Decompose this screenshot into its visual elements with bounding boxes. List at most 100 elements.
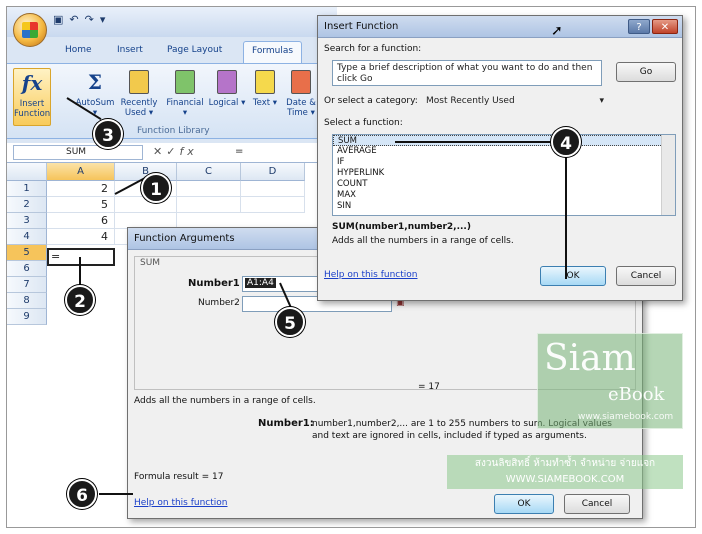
row-header-8[interactable]: 8 — [7, 293, 47, 309]
office-button[interactable] — [13, 13, 47, 47]
siam-ebook-watermark: Siam eBook www.siamebook.com — [537, 333, 683, 429]
function-description: Adds all the numbers in a range of cells… — [134, 396, 316, 406]
logical-book-icon — [214, 68, 240, 96]
callout-2: 2 — [65, 285, 95, 315]
insert-cancel-button[interactable]: Cancel — [616, 266, 676, 286]
args-cancel-button[interactable]: Cancel — [564, 494, 630, 514]
cell-a4[interactable]: 4 — [47, 229, 115, 245]
cell-a1[interactable]: 2 — [47, 181, 115, 197]
function-list[interactable]: SUM AVERAGE IF HYPERLINK COUNT MAX SIN — [332, 134, 676, 216]
function-signature: SUM(number1,number2,...) — [332, 222, 471, 232]
tab-formulas[interactable]: Formulas — [243, 41, 303, 63]
star-book-icon — [126, 68, 152, 96]
tab-insert[interactable]: Insert — [117, 45, 143, 55]
go-button[interactable]: Go — [616, 62, 676, 82]
function-list-item[interactable]: HYPERLINK — [333, 168, 675, 179]
function-list-item[interactable]: COUNT — [333, 179, 675, 190]
customize-qat-icon[interactable]: ▾ — [100, 13, 106, 26]
help-on-function-link-args[interactable]: Help on this function — [134, 498, 228, 508]
select-all-corner[interactable] — [7, 163, 47, 181]
date-time-button[interactable]: Date & Time ▾ — [281, 68, 321, 118]
financial-button[interactable]: Financial ▾ — [165, 68, 205, 118]
fx-small-icon[interactable]: fx — [179, 145, 197, 158]
name-box[interactable]: SUM — [13, 145, 143, 160]
formula-bar-icons: ✕✓fx — [153, 145, 198, 158]
cell-d2[interactable] — [241, 197, 305, 213]
chevron-down-icon: ▾ — [599, 96, 604, 106]
recently-used-button[interactable]: Recently Used ▾ — [119, 68, 159, 118]
number2-label: Number2 — [198, 298, 240, 308]
function-summary: Adds all the numbers in a range of cells… — [332, 236, 514, 246]
function-list-item[interactable]: AVERAGE — [333, 146, 675, 157]
financial-book-icon — [172, 68, 198, 96]
callout-5: 5 — [275, 307, 305, 337]
watermark-siam: Siam — [544, 338, 636, 379]
callout-4: 4 — [551, 127, 581, 157]
mouse-cursor-icon: ➚ — [551, 23, 563, 39]
callout-6-line — [99, 493, 133, 495]
financial-label: Financial ▾ — [166, 98, 204, 118]
office-logo-icon — [22, 22, 38, 38]
function-list-item[interactable]: SIN — [333, 201, 675, 212]
help-on-function-link[interactable]: Help on this function — [324, 270, 418, 280]
function-list-scrollbar[interactable] — [661, 135, 675, 215]
column-header-c[interactable]: C — [177, 163, 241, 181]
cell-c1[interactable] — [177, 181, 241, 197]
cell-a2[interactable]: 5 — [47, 197, 115, 213]
enter-formula-icon[interactable]: ✓ — [166, 145, 179, 158]
watermark-url: www.siamebook.com — [578, 412, 674, 422]
cancel-formula-icon[interactable]: ✕ — [153, 145, 166, 158]
formula-bar: SUM ✕✓fx = — [7, 143, 337, 163]
ribbon-tabs: Home Insert Page Layout Formulas D — [7, 41, 337, 63]
row-header-2[interactable]: 2 — [7, 197, 47, 213]
callout-3: 3 — [93, 119, 123, 149]
function-list-item[interactable]: IF — [333, 157, 675, 168]
column-header-a[interactable]: A — [47, 163, 115, 181]
insert-function-button[interactable]: fx Insert Function — [13, 68, 51, 126]
search-input[interactable]: Type a brief description of what you wan… — [332, 60, 602, 86]
insert-function-label: Insert Function — [14, 99, 51, 119]
logical-button[interactable]: Logical ▾ — [207, 68, 247, 108]
cell-c2[interactable] — [177, 197, 241, 213]
search-label: Search for a function: — [324, 44, 422, 54]
callout-4-line-v — [565, 153, 567, 279]
help-icon[interactable]: ? — [628, 19, 650, 34]
text-button[interactable]: Text ▾ — [245, 68, 285, 108]
row-header-7[interactable]: 7 — [7, 277, 47, 293]
cell-d1[interactable] — [241, 181, 305, 197]
save-icon[interactable]: ▣ — [53, 13, 63, 26]
copyright-banner: สงวนลิขสิทธิ์ ห้ามทำซ้ำ จำหน่าย จ่ายแจก … — [447, 455, 683, 489]
cell-a3[interactable]: 6 — [47, 213, 115, 229]
insert-function-dialog: Insert Function ? ✕ Search for a functio… — [317, 15, 683, 301]
autosum-button[interactable]: Σ AutoSum ▾ — [75, 68, 115, 118]
redo-icon[interactable]: ↷ — [85, 13, 94, 26]
row-header-1[interactable]: 1 — [7, 181, 47, 197]
args-ok-button[interactable]: OK — [494, 494, 554, 514]
category-dropdown[interactable]: Most Recently Used ▾ — [426, 96, 604, 106]
callout-6: 6 — [67, 479, 97, 509]
date-time-label: Date & Time ▾ — [286, 98, 316, 118]
close-icon[interactable]: ✕ — [652, 19, 678, 34]
active-cell-a5[interactable]: = — [47, 248, 115, 266]
function-list-item[interactable]: MAX — [333, 190, 675, 201]
number1-value: A1:A4 — [245, 278, 276, 288]
row-header-3[interactable]: 3 — [7, 213, 47, 229]
column-header-d[interactable]: D — [241, 163, 305, 181]
text-label: Text ▾ — [252, 98, 278, 108]
row-header-4[interactable]: 4 — [7, 229, 47, 245]
logical-label: Logical ▾ — [208, 98, 246, 108]
row-header-5[interactable]: 5 — [7, 245, 47, 261]
undo-icon[interactable]: ↶ — [69, 13, 78, 26]
row-header-9[interactable]: 9 — [7, 309, 47, 325]
copyright-url: WWW.SIAMEBOOK.COM — [505, 474, 625, 485]
insert-ok-button[interactable]: OK — [540, 266, 606, 286]
tutorial-frame: ▣ ↶ ↷ ▾ Home Insert Page Layout Formulas… — [6, 6, 696, 528]
category-label: Or select a category: — [324, 96, 418, 106]
formula-input[interactable]: = — [235, 146, 243, 157]
window-buttons: ? ✕ — [628, 19, 678, 34]
row-header-6[interactable]: 6 — [7, 261, 47, 277]
watermark-ebook: eBook — [608, 384, 665, 405]
tab-page-layout[interactable]: Page Layout — [167, 45, 222, 55]
fx-icon: fx — [21, 71, 43, 95]
tab-home[interactable]: Home — [65, 45, 92, 55]
